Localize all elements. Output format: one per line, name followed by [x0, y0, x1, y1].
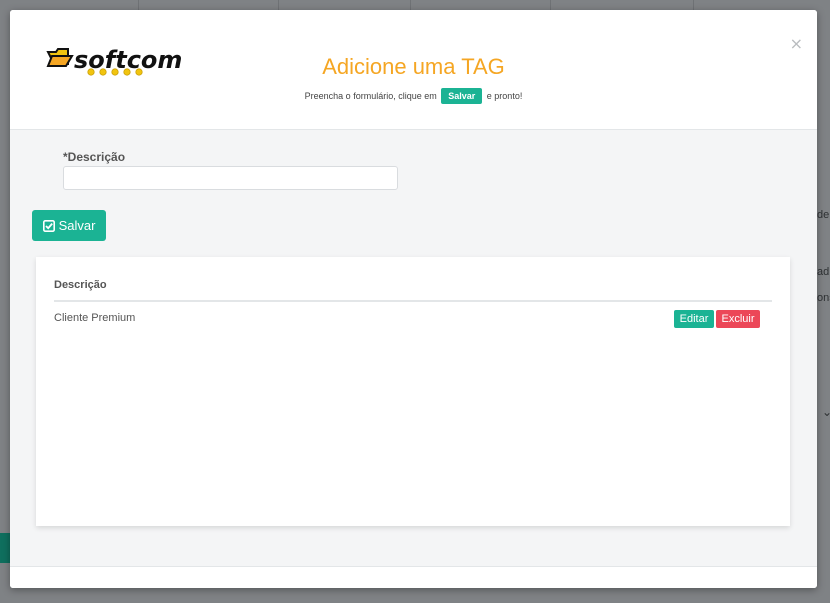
bg-text-snippet: de	[817, 209, 830, 221]
descricao-label: *Descrição	[63, 150, 126, 164]
bg-text-snippet: ad	[817, 266, 830, 278]
modal-footer	[10, 566, 817, 588]
close-icon[interactable]: ×	[790, 34, 803, 53]
modal-subtitle: Preencha o formulário, clique em Salvar …	[10, 88, 817, 104]
bg-text-snippet: ons	[817, 292, 830, 304]
delete-button[interactable]: Excluir	[716, 310, 760, 328]
descricao-input[interactable]	[63, 166, 398, 190]
bg-divider	[693, 0, 694, 10]
bg-button	[0, 533, 10, 563]
subtitle-text: e pronto!	[486, 91, 523, 101]
row-descricao: Cliente Premium	[54, 312, 136, 324]
check-square-icon	[42, 219, 55, 232]
modal-body: *Descrição Salvar Descrição Cliente Prem…	[10, 130, 817, 566]
tags-table: Descrição Cliente Premium Editar Excluir	[36, 257, 790, 526]
subtitle-text: Preencha o formulário, clique em	[304, 91, 437, 101]
edit-button[interactable]: Editar	[674, 310, 714, 328]
modal-header: × softcom Adicione uma TAG Preencha o fo…	[10, 10, 817, 130]
subtitle-save-badge: Salvar	[441, 88, 483, 104]
bg-divider	[410, 0, 411, 10]
add-tag-modal: × softcom Adicione uma TAG Preencha o fo…	[10, 10, 817, 588]
bg-divider	[550, 0, 551, 10]
save-button-label: Salvar	[58, 218, 96, 233]
bg-divider	[278, 0, 279, 10]
bg-chevron-icon: ⌄	[822, 405, 830, 419]
table-header-divider	[54, 300, 772, 302]
bg-divider	[138, 0, 139, 10]
save-button[interactable]: Salvar	[32, 210, 106, 241]
modal-title: Adicione uma TAG	[322, 54, 505, 79]
table-header-descricao: Descrição	[54, 279, 107, 291]
